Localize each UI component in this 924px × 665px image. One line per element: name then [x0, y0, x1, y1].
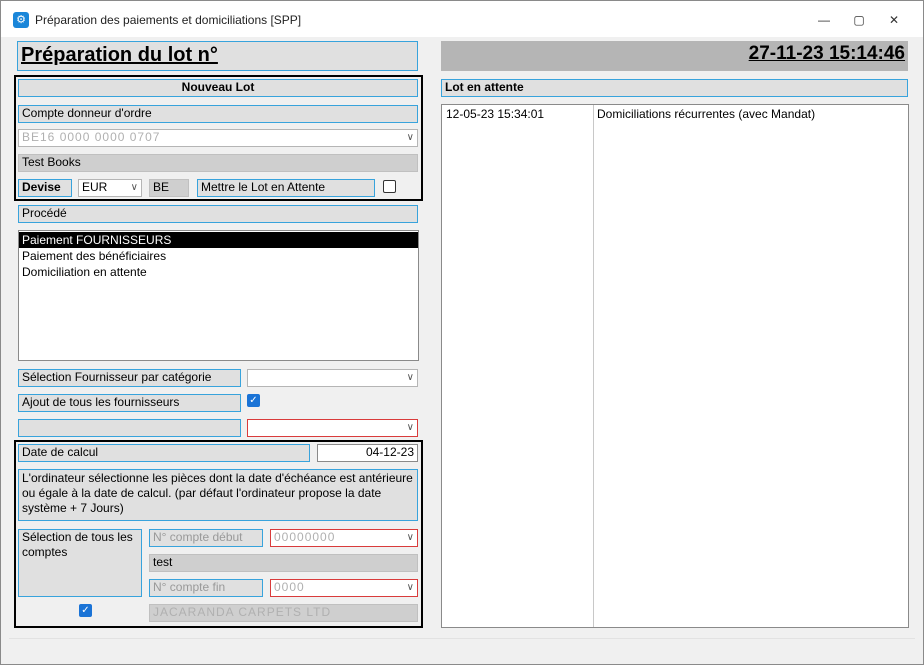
- currency-select[interactable]: EUR ∨: [78, 179, 142, 197]
- supplier-category-label: Sélection Fournisseur par catégorie: [18, 369, 241, 387]
- table-row[interactable]: 12-05-23 15:34:01 Domiciliations récurre…: [442, 106, 908, 122]
- close-button[interactable]: ✕: [879, 9, 909, 31]
- chevron-down-icon: ∨: [130, 182, 138, 193]
- currency-value: EUR: [82, 180, 108, 194]
- pending-checkbox[interactable]: [383, 180, 396, 193]
- process-item[interactable]: Paiement des bénéficiaires: [19, 248, 418, 264]
- start-account-select[interactable]: 00000000 ∨: [270, 529, 418, 547]
- process-label: Procédé: [18, 205, 418, 223]
- supplier-category-select[interactable]: ∨: [247, 369, 418, 387]
- start-account-label: N° compte début: [149, 529, 263, 547]
- end-account-select[interactable]: 0000 ∨: [270, 579, 418, 597]
- window-title: Préparation des paiements et domiciliati…: [35, 13, 302, 27]
- calc-date-label: Date de calcul: [18, 444, 310, 462]
- add-all-suppliers-checkbox[interactable]: ✓: [247, 394, 260, 407]
- process-item[interactable]: Domiciliation en attente: [19, 264, 418, 280]
- window: ⚙ Préparation des paiements et domicilia…: [0, 0, 924, 665]
- new-lot-heading: Nouveau Lot: [18, 79, 418, 97]
- start-account-value: 00000000: [274, 530, 336, 544]
- account-label: Compte donneur d'ordre: [18, 105, 418, 123]
- chevron-down-icon: ∨: [406, 132, 414, 143]
- pending-lots-label: Lot en attente: [441, 79, 908, 97]
- minimize-button[interactable]: —: [809, 9, 839, 31]
- add-all-suppliers-label: Ajout de tous les fournisseurs: [18, 394, 241, 412]
- chevron-down-icon: ∨: [406, 422, 414, 433]
- pending-lots-table[interactable]: 12-05-23 15:34:01 Domiciliations récurre…: [441, 104, 909, 628]
- supplier-select[interactable]: ∨: [247, 419, 418, 437]
- pending-label: Mettre le Lot en Attente: [197, 179, 375, 197]
- calc-info-text: L'ordinateur sélectionne les pièces dont…: [18, 469, 418, 521]
- all-accounts-label: Sélection de tous les comptes: [18, 529, 142, 597]
- chevron-down-icon: ∨: [406, 582, 414, 593]
- process-item[interactable]: Paiement FOURNISSEURS: [19, 232, 418, 248]
- chevron-down-icon: ∨: [406, 532, 414, 543]
- timestamp: 27-11-23 15:14:46: [441, 41, 908, 71]
- row-date: 12-05-23 15:34:01: [446, 107, 545, 121]
- currency-label: Devise: [18, 179, 72, 197]
- country-code: BE: [149, 179, 189, 197]
- status-bar: [9, 638, 915, 656]
- chevron-down-icon: ∨: [406, 372, 414, 383]
- all-accounts-checkbox[interactable]: ✓: [79, 604, 92, 617]
- page-title: Préparation du lot n°: [17, 41, 418, 71]
- row-description: Domiciliations récurrentes (avec Mandat): [597, 107, 816, 121]
- maximize-button[interactable]: ▢: [844, 9, 874, 31]
- end-account-name: JACARANDA CARPETS LTD: [149, 604, 418, 622]
- calc-date-input[interactable]: 04-12-23: [317, 444, 418, 462]
- start-account-name: test: [149, 554, 418, 572]
- account-name: Test Books: [18, 154, 418, 172]
- account-value: BE16 0000 0000 0707: [22, 130, 161, 144]
- title-bar: ⚙ Préparation des paiements et domicilia…: [1, 1, 923, 37]
- app-icon: ⚙: [13, 12, 29, 28]
- end-account-label: N° compte fin: [149, 579, 263, 597]
- end-account-name-value: JACARANDA CARPETS LTD: [153, 605, 332, 619]
- process-list[interactable]: Paiement FOURNISSEURS Paiement des bénéf…: [18, 230, 419, 361]
- empty-field: [18, 419, 241, 437]
- account-select[interactable]: BE16 0000 0000 0707 ∨: [18, 129, 418, 147]
- column-divider: [593, 105, 594, 627]
- end-account-value: 0000: [274, 580, 305, 594]
